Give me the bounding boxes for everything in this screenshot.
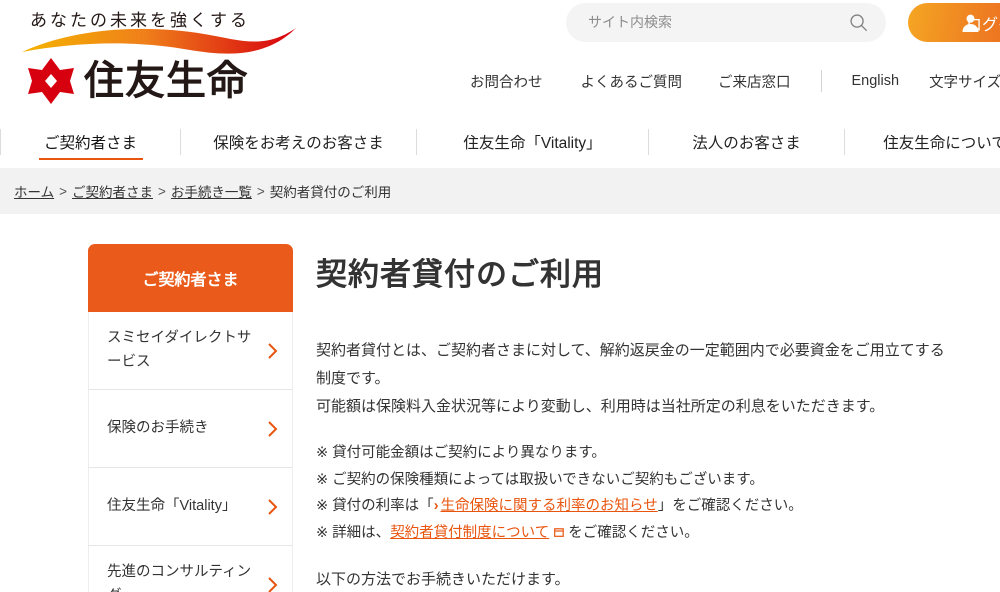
utility-item-fontsize: 文字サイズ (929, 74, 1000, 91)
page-title: 契約者貸付のご利用 (316, 257, 604, 292)
chevron-right-icon (268, 498, 278, 515)
breadcrumb-item-current: 契約者貸付のご利用 (269, 185, 392, 200)
sidebar-item-direct-service[interactable]: スミセイダイレクトサービス (88, 312, 293, 390)
lead-paragraph: 契約者貸付とは、ご契約者さまに対して、解約返戻金の一定範囲内で必要資金をご用立て… (316, 337, 1000, 420)
breadcrumb-item-procedures[interactable]: お手続き一覧 (171, 181, 252, 201)
site-header: あなたの未来を強くする 住友生命 サイト内検索 ログ お問合わせ よくあるご質問… (0, 0, 1000, 115)
sidebar-item-label: スミセイダイレクトサービス (107, 330, 252, 370)
sidebar-item-label: 保険のお手続き (107, 419, 209, 436)
nav-item-about[interactable]: 住友生命について (845, 115, 1000, 168)
policy-loan-system-link[interactable]: 契約者貸付制度について (390, 525, 549, 541)
chevron-right-icon (268, 420, 278, 437)
note-line-3: ※ 貸付の利率は「› 生命保険に関する利率のお知らせ」をご確認ください。 (316, 493, 1000, 519)
note-line-1: ※ 貸付可能金額はご契約により異なります。 (316, 445, 606, 462)
nav-item-vitality[interactable]: 住友生命「Vitality」 (417, 115, 648, 168)
chevron-right-icon (268, 576, 278, 592)
utility-item-branch[interactable]: ご来店窓口 (718, 71, 791, 92)
sumitomo-diamond-icon (28, 58, 74, 104)
page-content: ご契約者さま スミセイダイレクトサービス 保険のお手続き 住友生命「Vitali… (0, 214, 1000, 592)
search-icon[interactable] (849, 13, 868, 32)
sidebar-item-vitality[interactable]: 住友生命「Vitality」 (88, 468, 293, 546)
nav-item-policyholders[interactable]: ご契約者さま (1, 115, 180, 168)
breadcrumb-item-policyholders[interactable]: ご契約者さま (72, 181, 153, 201)
login-button[interactable]: ログイン (908, 3, 1000, 42)
sidebar-item-label: 住友生命「Vitality」 (107, 497, 237, 514)
nav-item-label: 住友生命「Vitality」 (463, 134, 602, 152)
note-3-suffix: 」をご確認ください。 (657, 498, 803, 515)
search-box[interactable] (566, 3, 886, 42)
nav-item-label: 法人のお客さま (692, 134, 801, 152)
nav-item-label: 保険をお考えのお客さま (213, 134, 384, 152)
notes-block: ※ 貸付可能金額はご契約により異なります。 ※ ご契約の保険種類によっては取扱い… (316, 440, 1000, 546)
utility-item-faq[interactable]: よくあるご質問 (581, 71, 683, 92)
nav-item-label: ご契約者さま (43, 134, 137, 152)
note-4-suffix: をご確認ください。 (568, 524, 699, 541)
utility-divider (820, 70, 822, 92)
sidebar-item-label: 先進のコンサルティング (107, 564, 252, 592)
utility-item-english[interactable]: English (852, 73, 900, 89)
interest-rate-notice-link[interactable]: 生命保険に関する利率のお知らせ (441, 498, 658, 514)
note-line-2: ※ ご契約の保険種類によっては取扱いできないご契約もございます。 (316, 471, 764, 488)
nav-item-corporate[interactable]: 法人のお客さま (649, 115, 844, 168)
breadcrumb-separator: > (256, 183, 265, 199)
sidebar-heading: ご契約者さま (88, 244, 293, 312)
breadcrumb-separator: > (158, 183, 166, 199)
utility-item-contact[interactable]: お問合わせ (470, 71, 543, 92)
site-logo[interactable]: あなたの未来を強くする 住友生命 (14, 4, 314, 109)
lead-line-3: 可能額は保険料入金状況等により変動し、利用時は当社所定の利息をいただきます。 (316, 397, 885, 415)
note-3-prefix: ※ 貸付の利率は「 (316, 498, 434, 515)
utility-nav: お問合わせ よくあるご質問 ご来店窓口 English 文字サイズ 標準 (470, 68, 1000, 94)
breadcrumb-separator: > (59, 183, 67, 199)
lead-line-1: 契約者貸付とは、ご契約者さまに対して、解約返戻金の一定範囲内で必要資金をご用立て… (316, 342, 945, 360)
logo-company-name: 住友生命 (84, 59, 248, 103)
note-line-4: ※ 詳細は、契約者貸付制度について をご確認ください。 (316, 520, 1000, 546)
chevron-right-small-icon: › (433, 498, 439, 515)
breadcrumb: ホーム > ご契約者さま > お手続き一覧 > 契約者貸付のご利用 (0, 168, 1000, 214)
person-icon (962, 14, 979, 33)
sidebar: ご契約者さま スミセイダイレクトサービス 保険のお手続き 住友生命「Vitali… (88, 244, 293, 592)
sidebar-item-consulting[interactable]: 先進のコンサルティング (88, 546, 293, 592)
external-window-icon (554, 527, 565, 537)
chevron-right-icon (268, 342, 278, 359)
main-navigation: ご契約者さま 保険をお考えのお客さま 住友生命「Vitality」 法人のお客さ… (0, 115, 1000, 168)
nav-item-label: 住友生命について (883, 134, 1000, 152)
closing-text: 以下の方法でお手続きいただけます。 (316, 570, 570, 588)
lead-line-2: 制度です。 (316, 369, 390, 387)
breadcrumb-item-home[interactable]: ホーム (14, 181, 54, 201)
main-column: 契約者貸付のご利用 契約者貸付とは、ご契約者さまに対して、解約返戻金の一定範囲内… (316, 214, 1000, 589)
note-4-prefix: ※ 詳細は、 (316, 524, 391, 541)
search-input[interactable] (588, 3, 838, 42)
sidebar-item-insurance-procedures[interactable]: 保険のお手続き (88, 390, 293, 468)
nav-item-considering-insurance[interactable]: 保険をお考えのお客さま (181, 115, 416, 168)
